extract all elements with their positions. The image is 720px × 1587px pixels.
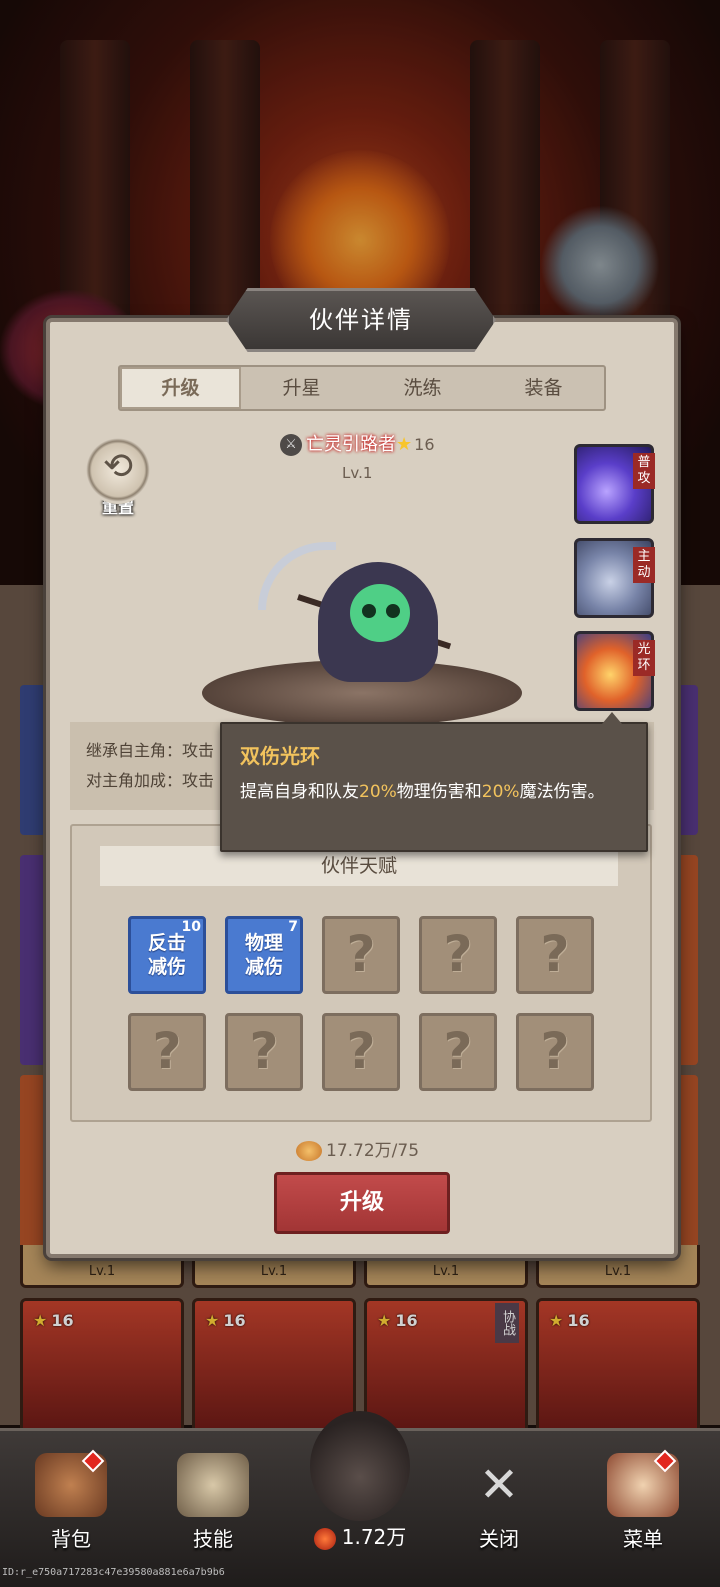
backpack-icon xyxy=(35,1449,107,1517)
tab-star-up[interactable]: 升星 xyxy=(241,367,362,409)
tooltip-description: 提高自身和队友20%物理伤害和20%魔法伤害。 xyxy=(240,782,605,802)
gem-icon xyxy=(313,1527,336,1550)
talent-panel: 伙伴天赋 10 反击 减伤 7 物理 减伤 xyxy=(70,824,652,1122)
talent-slot[interactable]: 10 反击 减伤 xyxy=(128,916,206,994)
notification-badge xyxy=(653,1449,677,1473)
tooltip-arrow xyxy=(602,712,622,724)
talent-title: 伙伴天赋 xyxy=(100,846,618,886)
hero-level: Lv.1 xyxy=(342,464,373,482)
nav-close[interactable]: ✕ 关闭 xyxy=(444,1453,554,1552)
talent-slot-locked[interactable] xyxy=(419,1013,497,1091)
reset-icon xyxy=(84,436,152,504)
talent-slot-locked[interactable] xyxy=(128,1013,206,1091)
upgrade-button[interactable]: 升级 xyxy=(274,1172,450,1234)
nav-backpack[interactable]: 背包 xyxy=(16,1449,126,1552)
talent-slot-locked[interactable] xyxy=(419,916,497,994)
tab-refine[interactable]: 洗练 xyxy=(362,367,483,409)
nav-label: 菜单 xyxy=(623,1527,663,1551)
tab-equipment[interactable]: 装备 xyxy=(483,367,604,409)
skill-aura[interactable]: 光环 xyxy=(574,631,655,711)
hero-name-text: 亡灵引路者 xyxy=(306,434,396,455)
skill-tooltip: 双伤光环 提高自身和队友20%物理伤害和20%魔法伤害。 xyxy=(220,712,648,852)
talent-label: 反击 减伤 xyxy=(147,932,186,978)
upgrade-cost: 17.72万/75 xyxy=(296,1136,419,1161)
crossed-swords-icon xyxy=(310,1411,410,1521)
gem-count: 1.72万 xyxy=(341,1525,407,1549)
talent-slot-locked[interactable] xyxy=(225,1013,303,1091)
hero-portrait-reaper xyxy=(258,542,458,682)
nav-menu[interactable]: 菜单 xyxy=(588,1449,698,1552)
tab-upgrade[interactable]: 升级 xyxy=(120,367,241,409)
talent-slot-locked[interactable] xyxy=(516,916,594,994)
skill-normal-attack[interactable]: 普攻 xyxy=(574,444,655,524)
skill-tag: 普攻 xyxy=(633,453,655,489)
sword-class-icon: ⚔ xyxy=(280,434,302,456)
close-crossed-swords-icon: ✕ xyxy=(478,1457,520,1513)
skill-active[interactable]: 主动 xyxy=(574,538,655,618)
hero-star-count: 16 xyxy=(414,435,435,454)
nav-skills[interactable]: 技能 xyxy=(158,1453,268,1552)
skill-tag: 主动 xyxy=(633,547,655,583)
nav-battle[interactable]: 1.72万 xyxy=(290,1411,430,1561)
modal-title: 伙伴详情 xyxy=(226,288,496,352)
notification-badge xyxy=(81,1449,105,1473)
scroll-icon xyxy=(177,1453,249,1517)
debug-id: ID:r_e750a717283c47e39580a881e6a7b9b6 xyxy=(2,1567,225,1578)
nav-label: 技能 xyxy=(193,1527,233,1551)
talent-slot-locked[interactable] xyxy=(322,916,400,994)
bottom-nav: 背包 技能 1.72万 ✕ 关闭 菜单 xyxy=(0,1411,720,1587)
cost-value: 17.72万/75 xyxy=(326,1141,420,1161)
book-icon xyxy=(607,1449,679,1517)
star-icon: ★ xyxy=(396,434,413,455)
reset-button[interactable]: 重置 xyxy=(82,436,154,518)
skill-tag: 光环 xyxy=(633,640,655,676)
nav-label: 背包 xyxy=(51,1527,91,1551)
hero-name: ⚔ 亡灵引路者★ 16 xyxy=(280,430,435,456)
talent-slot-locked[interactable] xyxy=(516,1013,594,1091)
coin-icon xyxy=(296,1141,322,1161)
talent-slot-locked[interactable] xyxy=(322,1013,400,1091)
tab-bar: 升级 升星 洗练 装备 xyxy=(118,365,606,411)
talent-label: 物理 减伤 xyxy=(244,932,283,978)
talent-slot[interactable]: 7 物理 减伤 xyxy=(225,916,303,994)
tooltip-title: 双伤光环 xyxy=(240,744,320,768)
nav-label: 关闭 xyxy=(479,1527,519,1551)
